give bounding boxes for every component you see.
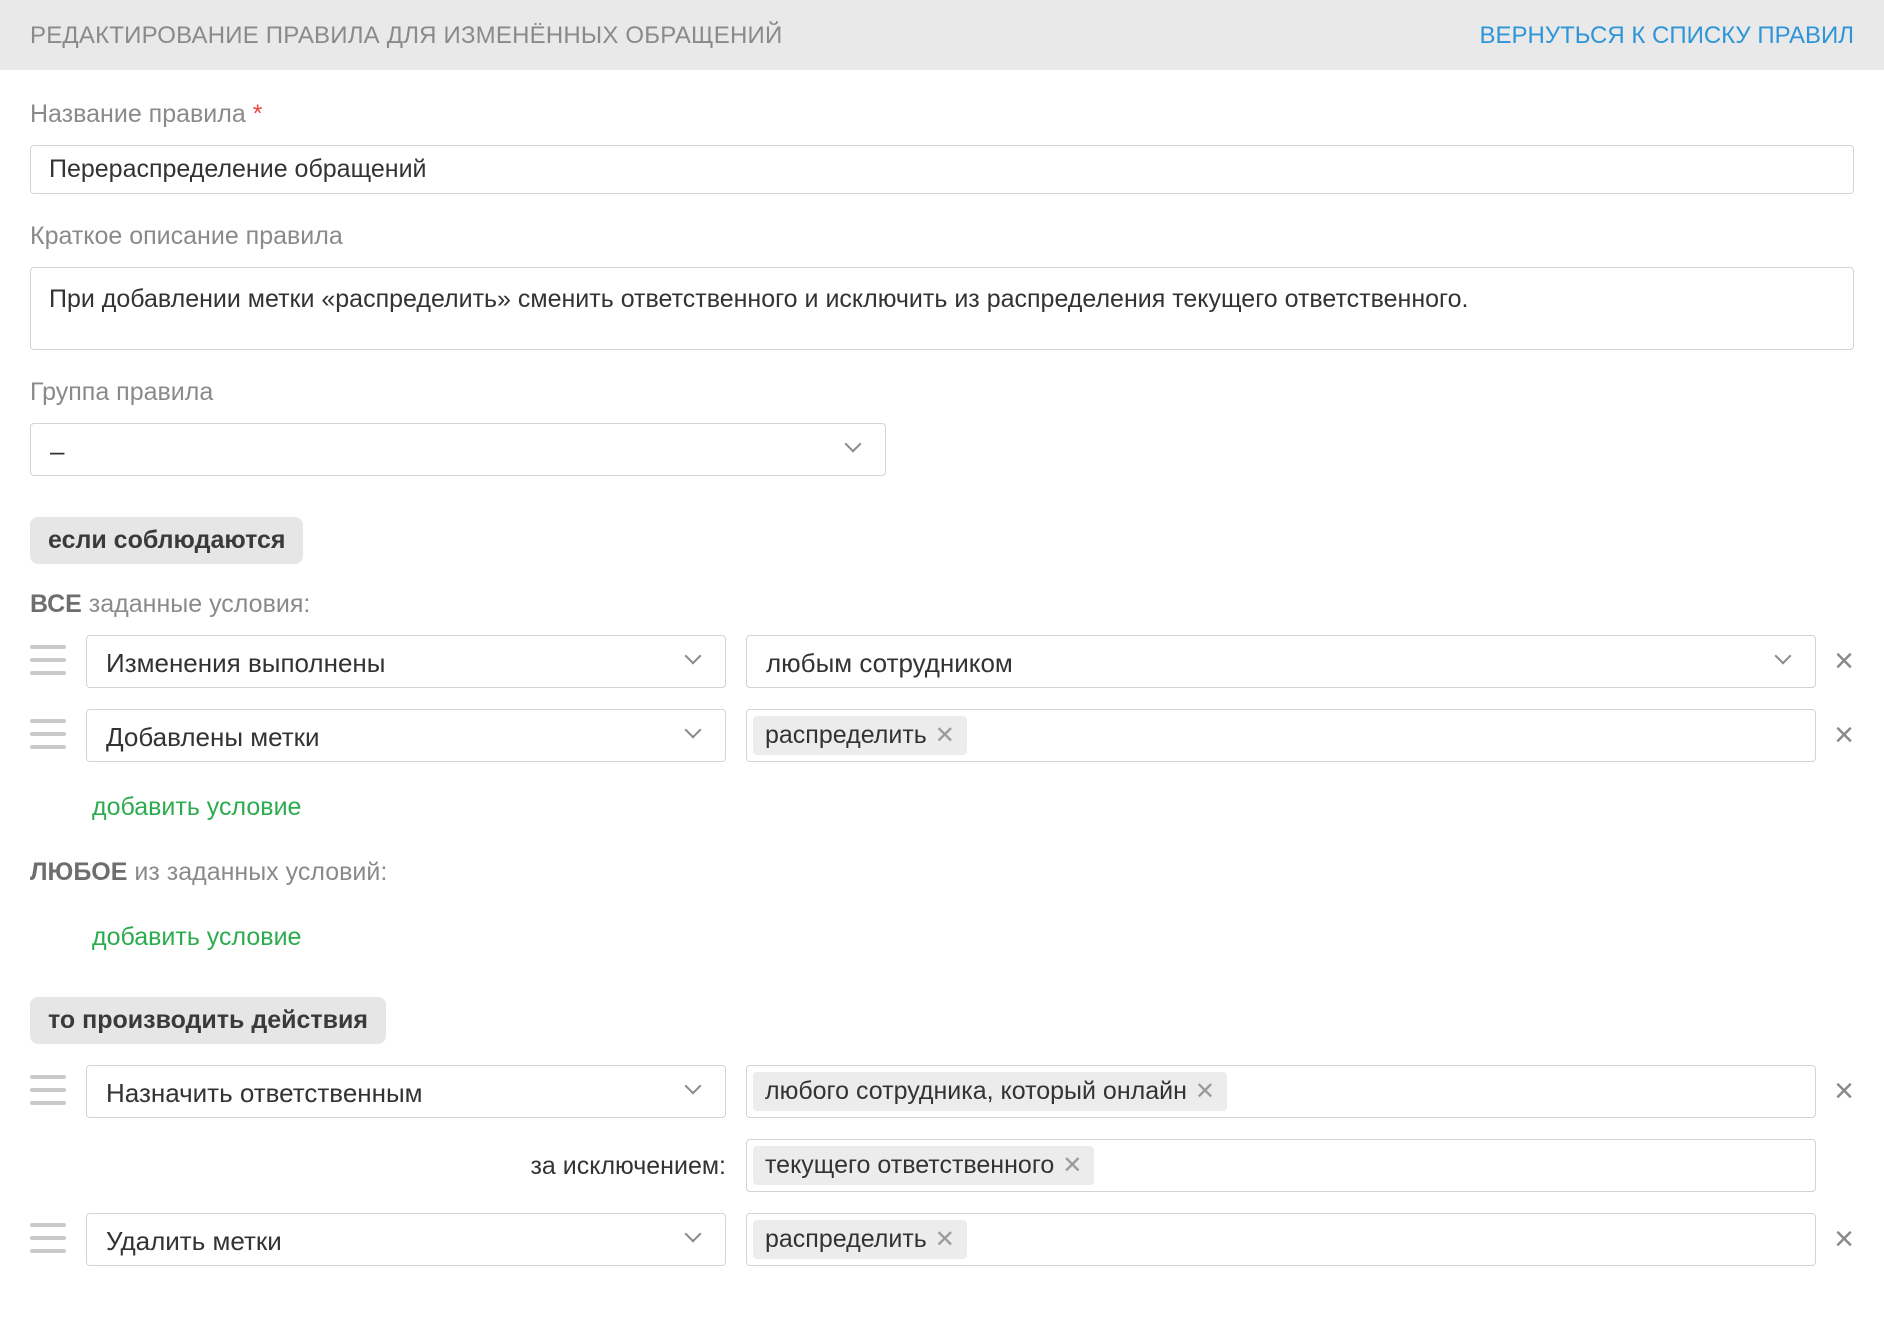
- condition-field-value: Добавлены метки: [106, 722, 320, 752]
- tag-label: любого сотрудника, который онлайн: [765, 1077, 1187, 1105]
- if-conditions-badge: если соблюдаются: [30, 517, 304, 564]
- tag-label: распределить: [765, 1225, 927, 1253]
- drag-handle-icon[interactable]: [30, 1075, 66, 1107]
- rule-name-input[interactable]: [30, 145, 1854, 194]
- all-conditions-text: заданные условия:: [81, 590, 311, 618]
- chevron-down-icon: [684, 1077, 702, 1095]
- rule-description-textarea[interactable]: При добавлении метки «распределить» смен…: [30, 267, 1854, 350]
- tag-chip: любого сотрудника, который онлайн ✕: [753, 1072, 1228, 1111]
- tag-label: распределить: [765, 721, 927, 749]
- rule-editor-page: РЕДАКТИРОВАНИЕ ПРАВИЛА ДЛЯ ИЗМЕНЁННЫХ ОБ…: [0, 0, 1884, 1332]
- condition-tags-field[interactable]: распределить ✕: [746, 709, 1816, 762]
- chevron-down-icon: [684, 1225, 702, 1243]
- close-icon[interactable]: ×: [1830, 644, 1858, 678]
- action-field-value: Удалить метки: [106, 1226, 282, 1256]
- add-condition-all-link[interactable]: добавить условие: [92, 793, 301, 822]
- drag-handle-icon[interactable]: [30, 645, 66, 677]
- action-field-value: Назначить ответственным: [106, 1078, 423, 1108]
- tag-chip: текущего ответственного ✕: [753, 1146, 1095, 1185]
- condition-field-select[interactable]: Добавлены метки: [86, 709, 726, 762]
- condition-field-select[interactable]: Изменения выполнены: [86, 635, 726, 688]
- close-icon[interactable]: ×: [1830, 1222, 1858, 1256]
- tag-chip: распределить ✕: [753, 1220, 967, 1259]
- drag-handle-icon[interactable]: [30, 1223, 66, 1255]
- page-title: РЕДАКТИРОВАНИЕ ПРАВИЛА ДЛЯ ИЗМЕНЁННЫХ ОБ…: [30, 22, 783, 49]
- tag-remove-icon[interactable]: ✕: [1195, 1078, 1215, 1105]
- then-actions-badge: то производить действия: [30, 997, 386, 1044]
- except-tags-field[interactable]: текущего ответственного ✕: [746, 1139, 1816, 1192]
- action-field-select[interactable]: Назначить ответственным: [86, 1065, 726, 1118]
- page-header: РЕДАКТИРОВАНИЕ ПРАВИЛА ДЛЯ ИЗМЕНЁННЫХ ОБ…: [0, 0, 1884, 70]
- chevron-down-icon: [1774, 647, 1792, 665]
- rule-name-label: Название правила *: [30, 100, 262, 129]
- rule-group-select[interactable]: –: [30, 423, 886, 476]
- action-tags-field[interactable]: распределить ✕: [746, 1213, 1816, 1266]
- rule-description-label: Краткое описание правила: [30, 222, 343, 250]
- all-conditions-label: ВСЕ заданные условия:: [30, 590, 310, 619]
- rule-name-label-text: Название правила: [30, 100, 246, 128]
- condition-value: любым сотрудником: [766, 648, 1013, 678]
- action-tags-field[interactable]: любого сотрудника, который онлайн ✕: [746, 1065, 1816, 1118]
- rule-group-value: –: [50, 436, 65, 466]
- back-to-rules-link[interactable]: ВЕРНУТЬСЯ К СПИСКУ ПРАВИЛ: [1480, 22, 1854, 50]
- required-mark: *: [252, 100, 263, 128]
- condition-field-value: Изменения выполнены: [106, 648, 386, 678]
- all-conditions-strong: ВСЕ: [30, 590, 82, 618]
- chevron-down-icon: [684, 647, 702, 665]
- drag-handle-icon[interactable]: [30, 719, 66, 751]
- tag-chip: распределить ✕: [753, 716, 967, 755]
- tag-remove-icon[interactable]: ✕: [935, 722, 955, 749]
- except-label: за исключением:: [530, 1152, 726, 1180]
- chevron-down-icon: [844, 435, 862, 453]
- close-icon[interactable]: ×: [1830, 1074, 1858, 1108]
- any-conditions-label: ЛЮБОЕ из заданных условий:: [30, 858, 387, 887]
- add-condition-any-link[interactable]: добавить условие: [92, 923, 301, 952]
- any-conditions-strong: ЛЮБОЕ: [30, 858, 128, 886]
- condition-value-select[interactable]: любым сотрудником: [746, 635, 1816, 688]
- close-icon[interactable]: ×: [1830, 718, 1858, 752]
- tag-remove-icon[interactable]: ✕: [935, 1226, 955, 1253]
- rule-group-label: Группа правила: [30, 378, 214, 406]
- any-conditions-text: из заданных условий:: [127, 858, 388, 886]
- tag-label: текущего ответственного: [765, 1151, 1055, 1179]
- action-field-select[interactable]: Удалить метки: [86, 1213, 726, 1266]
- chevron-down-icon: [684, 721, 702, 739]
- tag-remove-icon[interactable]: ✕: [1062, 1152, 1082, 1179]
